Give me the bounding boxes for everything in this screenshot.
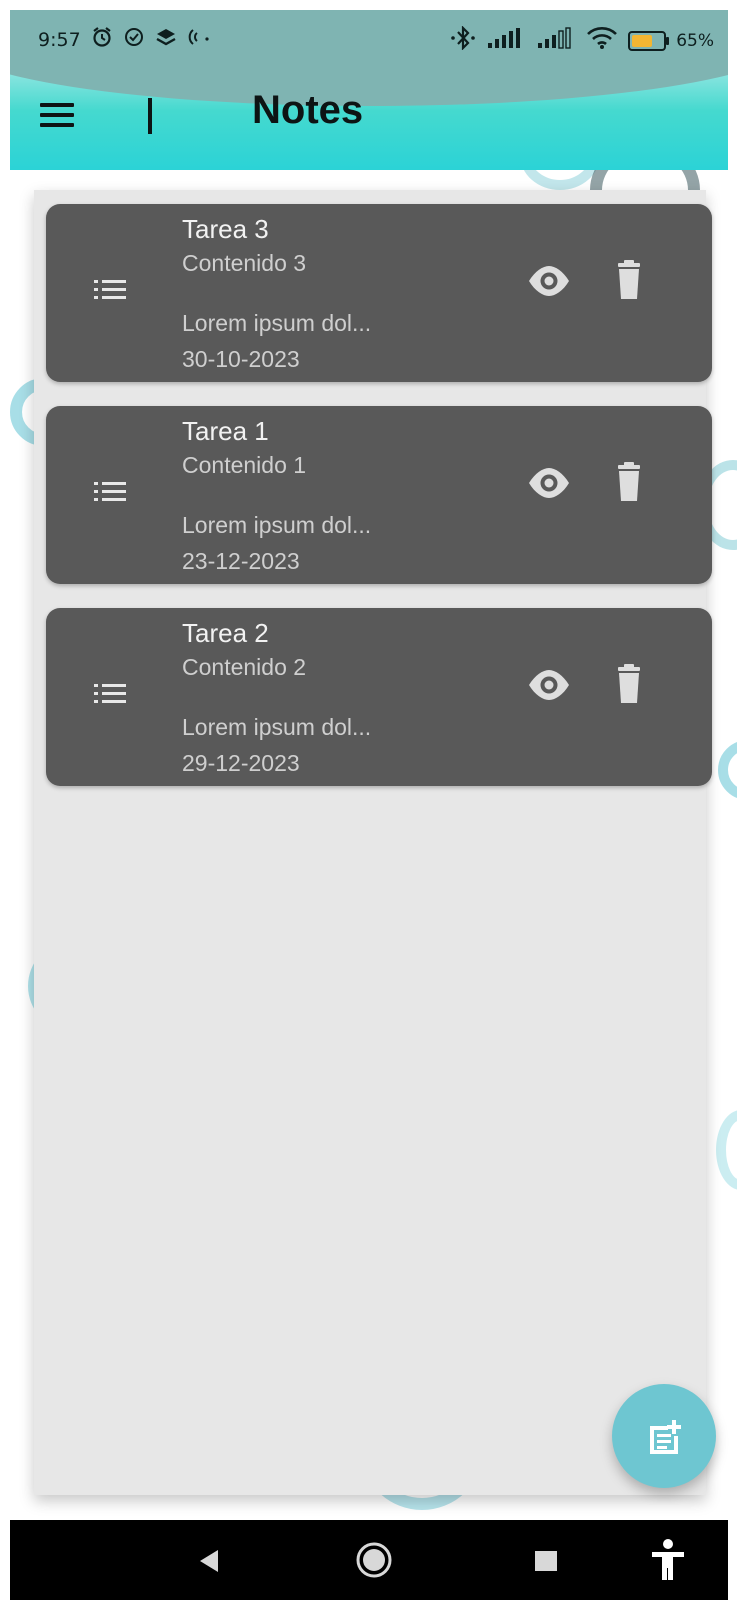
add-note-button[interactable] bbox=[612, 1384, 716, 1488]
note-description: Lorem ipsum dol... bbox=[182, 512, 372, 538]
recents-icon[interactable] bbox=[534, 1550, 558, 1576]
note-date: 30-10-2023 bbox=[182, 346, 300, 372]
battery-percent: 65% bbox=[676, 30, 714, 51]
menu-icon[interactable] bbox=[40, 99, 78, 129]
signal-icon bbox=[486, 27, 526, 54]
app-bar: Notes bbox=[10, 62, 728, 170]
note-content: Contenido 3 bbox=[182, 250, 307, 276]
nfc-icon bbox=[187, 26, 211, 53]
bluetooth-icon bbox=[450, 25, 476, 55]
list-icon bbox=[94, 480, 130, 504]
accessibility-icon[interactable] bbox=[650, 1538, 686, 1586]
back-icon[interactable] bbox=[196, 1546, 222, 1580]
home-icon[interactable] bbox=[354, 1540, 394, 1584]
note-title: Tarea 2 bbox=[182, 618, 269, 648]
signal-icon-2 bbox=[536, 27, 576, 54]
navigation-bar bbox=[10, 1520, 728, 1600]
add-note-icon bbox=[646, 1418, 684, 1460]
trash-icon[interactable] bbox=[604, 458, 654, 508]
eye-icon[interactable] bbox=[524, 256, 574, 306]
note-card[interactable]: Tarea 1 Contenido 1 Lorem ipsum dol... 2… bbox=[46, 406, 712, 584]
layers-icon bbox=[155, 26, 177, 53]
note-title: Tarea 1 bbox=[182, 416, 269, 446]
status-bar: 9:57 65% bbox=[10, 10, 728, 68]
status-time: 9:57 bbox=[38, 28, 81, 51]
wifi-icon bbox=[586, 26, 618, 55]
note-date: 29-12-2023 bbox=[182, 750, 300, 776]
check-circle-icon bbox=[123, 26, 145, 53]
list-icon bbox=[94, 682, 130, 706]
note-content: Contenido 2 bbox=[182, 654, 307, 680]
page-title: Notes bbox=[252, 88, 364, 132]
trash-icon[interactable] bbox=[604, 660, 654, 710]
eye-icon[interactable] bbox=[524, 660, 574, 710]
note-title: Tarea 3 bbox=[182, 214, 269, 244]
alarm-icon bbox=[91, 26, 113, 53]
eye-icon[interactable] bbox=[524, 458, 574, 508]
notes-panel bbox=[34, 190, 706, 1495]
battery-icon bbox=[628, 30, 670, 51]
trash-icon[interactable] bbox=[604, 256, 654, 306]
list-icon bbox=[94, 278, 130, 302]
note-date: 23-12-2023 bbox=[182, 548, 300, 574]
note-description: Lorem ipsum dol... bbox=[182, 714, 372, 740]
note-content: Contenido 1 bbox=[182, 452, 307, 478]
note-description: Lorem ipsum dol... bbox=[182, 310, 372, 336]
app-bar-divider bbox=[148, 98, 152, 134]
note-card[interactable]: Tarea 2 Contenido 2 Lorem ipsum dol... 2… bbox=[46, 608, 712, 786]
note-card[interactable]: Tarea 3 Contenido 3 Lorem ipsum dol... 3… bbox=[46, 204, 712, 382]
screen: 9:57 65% Notes Tarea 3 Contenido 3 Lorem… bbox=[0, 0, 737, 1600]
